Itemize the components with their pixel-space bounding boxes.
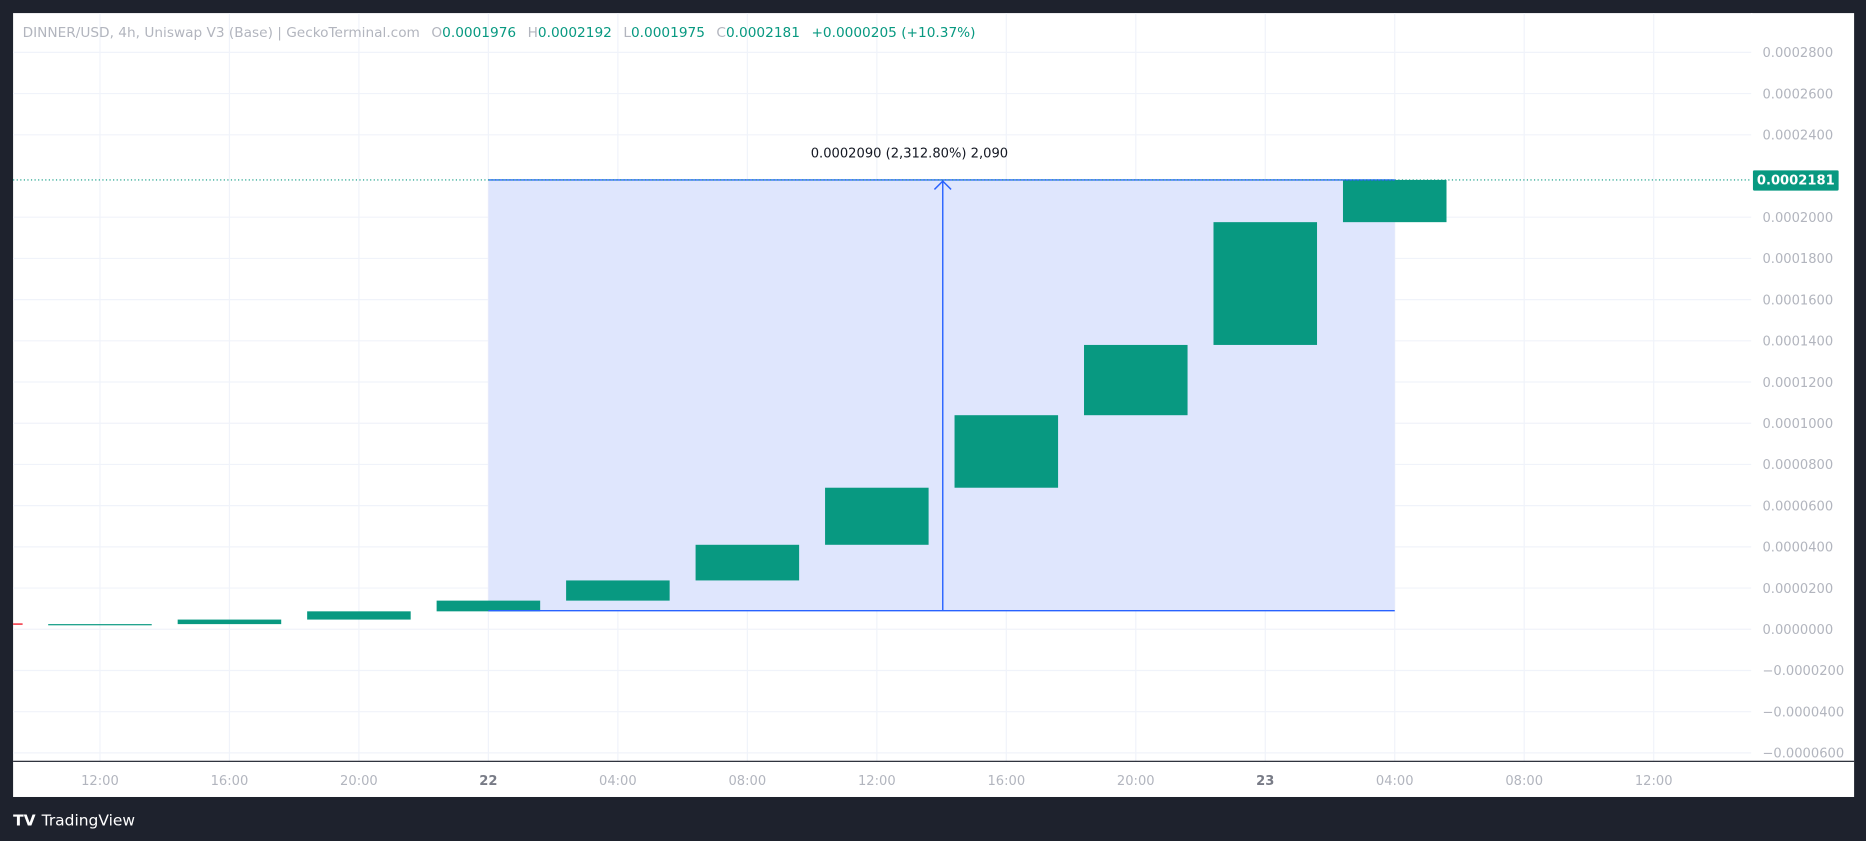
price-tick: 0.0002400 [1762, 129, 1833, 144]
tradingview-logo-icon: TV [13, 812, 36, 830]
candle[interactable] [954, 415, 1059, 488]
candle[interactable] [566, 580, 670, 601]
price-tick: 0.0000400 [1762, 541, 1833, 556]
price-tick: 0.0000000 [1762, 623, 1833, 638]
tradingview-logo[interactable]: TV TradingView [13, 812, 135, 830]
time-tick: 04:00 [599, 774, 637, 789]
price-tick: 0.0001000 [1762, 417, 1833, 432]
time-tick: 16:00 [211, 774, 249, 789]
last-price-label: 0.0002181 [1757, 174, 1835, 189]
candle[interactable] [695, 544, 800, 581]
time-tick: 23 [1256, 774, 1274, 789]
low-value: 0.0001975 [631, 25, 705, 41]
tradingview-brand: TradingView [41, 812, 135, 830]
time-tick: 20:00 [340, 774, 378, 789]
close-value: 0.0002181 [726, 25, 800, 41]
time-tick: 16:00 [987, 774, 1025, 789]
price-tick: 0.0001800 [1762, 252, 1833, 267]
candle[interactable] [1084, 344, 1188, 416]
price-tick: 0.0002600 [1762, 87, 1833, 102]
symbol-title: DINNER/USD, 4h, Uniswap V3 (Base) | Geck… [23, 25, 420, 41]
price-tick: 0.0002000 [1762, 211, 1833, 226]
price-tick: −0.0000400 [1762, 705, 1844, 720]
chart-legend: DINNER/USD, 4h, Uniswap V3 (Base) | Geck… [23, 25, 976, 41]
price-tick: 0.0001200 [1762, 376, 1833, 391]
price-tick: 0.0000800 [1762, 458, 1833, 473]
candle[interactable] [436, 600, 541, 612]
time-tick: 22 [479, 774, 497, 789]
candle[interactable] [307, 611, 411, 620]
price-tick: 0.0000600 [1762, 499, 1833, 514]
price-tick: 0.0001600 [1762, 293, 1833, 308]
candle[interactable] [48, 624, 152, 626]
time-tick: 12:00 [1635, 774, 1673, 789]
price-tick: 0.0002800 [1762, 46, 1833, 61]
change-value: +0.0000205 (+10.37%) [811, 25, 975, 41]
candle[interactable] [177, 619, 282, 625]
time-tick: 08:00 [1505, 774, 1543, 789]
time-tick: 04:00 [1376, 774, 1414, 789]
left-marker [13, 623, 23, 625]
price-tick: −0.0000600 [1762, 747, 1844, 762]
candle[interactable] [825, 487, 929, 545]
candle[interactable] [1213, 222, 1318, 345]
price-tick: −0.0000200 [1762, 664, 1844, 679]
time-tick: 12:00 [858, 774, 896, 789]
price-chart[interactable]: 0.0002090 (2,312.80%) 2,090 0.0002800 0.0… [0, 0, 1866, 841]
price-tick: 0.0001400 [1762, 335, 1833, 350]
measure-label: 0.0002090 (2,312.80%) 2,090 [811, 146, 1008, 161]
high-value: 0.0002192 [538, 25, 612, 41]
last-price-badge: 0.0002181 [1752, 170, 1839, 191]
time-tick: 08:00 [728, 774, 766, 789]
time-tick: 12:00 [81, 774, 119, 789]
price-tick: 0.0000200 [1762, 582, 1833, 597]
candle[interactable] [1342, 179, 1447, 223]
time-tick: 20:00 [1117, 774, 1155, 789]
open-value: 0.0001976 [442, 25, 516, 41]
